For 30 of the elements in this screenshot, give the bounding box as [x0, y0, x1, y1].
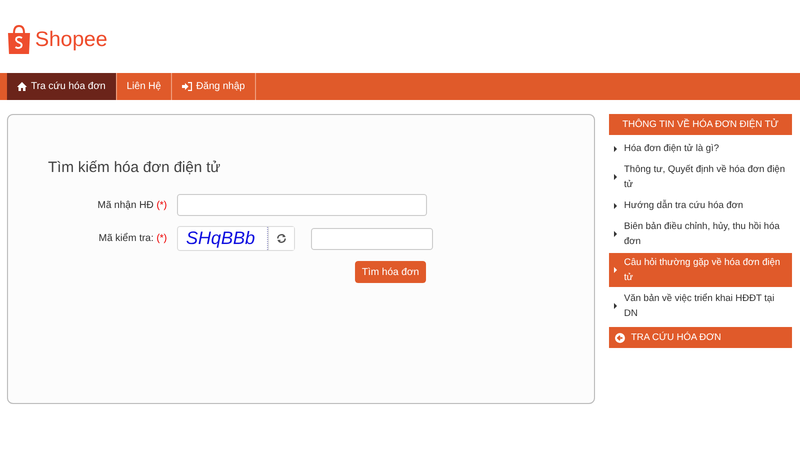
arrow-left-icon [615, 332, 625, 342]
login-icon [182, 82, 192, 91]
field-label: Mã kiểm tra: (*) [98, 233, 167, 244]
caret-icon [614, 174, 617, 180]
sidebar-link[interactable]: Biên bản điều chỉnh, hủy, thu hồi hóa đơn [609, 217, 792, 251]
sidebar-link[interactable]: Câu hỏi thường gặp về hóa đơn điện tử [609, 253, 792, 287]
nav-tab[interactable]: Liên Hệ [116, 73, 172, 100]
sidebar-link[interactable]: Hướng dẫn tra cứu hóa đơn [609, 196, 792, 215]
refresh-icon [276, 233, 287, 244]
shopping-bag-icon [7, 25, 31, 55]
caret-icon [614, 146, 617, 152]
sidebar-link[interactable]: Hóa đơn điện tử là gì? [609, 139, 792, 158]
refresh-button[interactable] [268, 227, 294, 250]
nav-tab[interactable]: Đăng nhập [172, 73, 256, 100]
search-button[interactable]: Tìm hóa đơn [355, 261, 426, 283]
captcha-field[interactable] [311, 228, 433, 250]
sidebar-link[interactable]: Thông tư, Quyết định về hóa đơn điện tử [609, 160, 792, 194]
caret-icon [614, 231, 617, 237]
invoice-code-field[interactable] [177, 194, 427, 216]
caret-icon [614, 202, 617, 208]
nav-tab[interactable]: Tra cứu hóa đơn [7, 73, 117, 100]
sidebar-title: THÔNG TIN VỀ HÓA ĐƠN ĐIỆN TỬ [609, 114, 792, 135]
sidebar-link[interactable]: Văn bản về việc triển khai HĐĐT tại DN [609, 289, 792, 323]
field-label: Mã nhận HĐ (*) [96, 200, 167, 210]
caret-icon [614, 267, 617, 273]
lookup-button[interactable]: TRA CỨU HÓA ĐƠN [609, 327, 792, 348]
caret-icon [614, 303, 617, 309]
form-title: Tìm kiếm hóa đơn điện tử [48, 159, 220, 176]
logo-text: Shopee [35, 28, 108, 52]
home-icon [17, 82, 27, 91]
